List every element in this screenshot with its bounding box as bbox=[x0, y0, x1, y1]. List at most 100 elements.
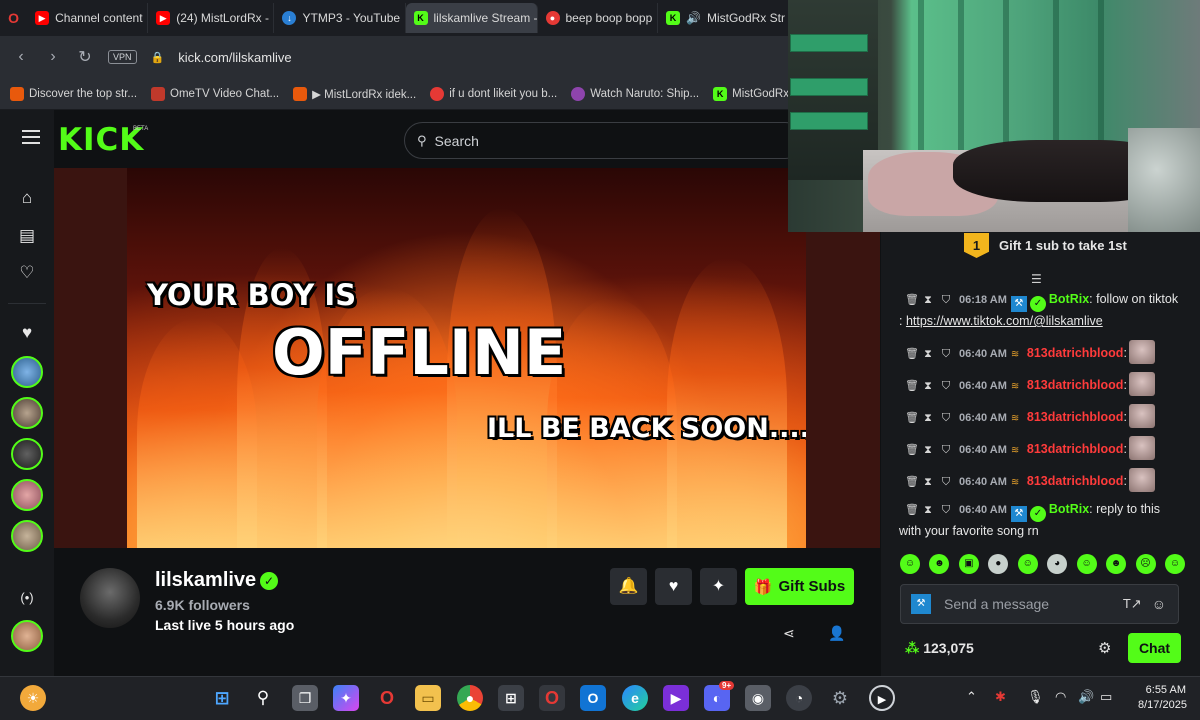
browser-tab[interactable]: ● beep boop bopp bbox=[538, 3, 658, 33]
camera-icon[interactable]: ◉ bbox=[745, 685, 771, 711]
ban-icon[interactable]: ⛉ bbox=[941, 409, 951, 427]
text-format-icon[interactable]: T↗ bbox=[1123, 596, 1142, 612]
home-icon[interactable]: ⌂ bbox=[17, 188, 37, 208]
microphone-icon[interactable]: 🎙 bbox=[1027, 689, 1044, 705]
emote-button[interactable]: ▣ bbox=[958, 554, 979, 574]
delete-icon[interactable]: 🗑 bbox=[905, 473, 919, 491]
follow-button[interactable]: ♥ bbox=[655, 568, 692, 605]
bookmark-item[interactable]: K MistGodRx bbox=[713, 86, 789, 101]
vpn-badge[interactable]: VPN bbox=[108, 50, 137, 64]
clipchamp-icon[interactable]: ▶ bbox=[663, 685, 689, 711]
volume-icon[interactable]: 🔊 bbox=[1078, 689, 1094, 705]
chat-send-button[interactable]: Chat bbox=[1128, 633, 1181, 663]
taskbar-clock[interactable]: 6:55 AM 8/17/2025 bbox=[1138, 683, 1187, 713]
browser-tab[interactable]: ▶ Channel content bbox=[27, 3, 149, 33]
search-taskbar-icon[interactable]: ⚲ bbox=[250, 685, 276, 711]
delete-icon[interactable]: 🗑 bbox=[905, 377, 919, 395]
delete-icon[interactable]: 🗑 bbox=[905, 441, 919, 459]
browser-tab[interactable]: ▶ (24) MistLordRx - bbox=[148, 3, 275, 33]
ban-icon[interactable]: ⛉ bbox=[941, 473, 951, 491]
battery-icon[interactable]: ▭ bbox=[1100, 689, 1112, 705]
live-broadcast-icon[interactable]: (•) bbox=[17, 588, 37, 608]
obs-icon[interactable]: ◔ bbox=[786, 685, 812, 711]
media-player-icon[interactable]: ▶ bbox=[869, 685, 895, 711]
menu-icon[interactable] bbox=[22, 130, 40, 148]
browser-tab[interactable]: ↓ YTMP3 - YouTube bbox=[274, 3, 406, 33]
forward-icon[interactable]: › bbox=[44, 48, 62, 66]
opera-logo-icon[interactable]: O bbox=[0, 10, 27, 26]
file-explorer-icon[interactable]: ▭ bbox=[415, 685, 441, 711]
gift-subs-button[interactable]: 🎁 Gift Subs bbox=[745, 568, 854, 605]
timeout-icon[interactable]: ⧗ bbox=[923, 291, 933, 309]
emoji-icon[interactable]: ☺ bbox=[1152, 596, 1166, 612]
emote-button[interactable]: ☺ bbox=[1164, 554, 1185, 574]
search-input[interactable]: ⚲ Search bbox=[404, 122, 804, 159]
followed-channel-avatar[interactable] bbox=[11, 520, 43, 552]
chat-settings-icon[interactable]: ⚙ bbox=[1098, 639, 1111, 657]
task-view-icon[interactable]: ❐ bbox=[292, 685, 318, 711]
followed-channel-avatar[interactable] bbox=[11, 397, 43, 429]
emote-button[interactable]: ☹ bbox=[1135, 554, 1156, 574]
chat-message-input[interactable]: ⚒ Send a message T↗ ☺ bbox=[900, 584, 1179, 624]
followed-channel-avatar[interactable] bbox=[11, 620, 43, 652]
sparkle-button[interactable]: ✦ bbox=[700, 568, 737, 605]
bookmark-item[interactable]: if u dont likeit you b... bbox=[430, 86, 557, 101]
following-icon[interactable]: ♡ bbox=[17, 263, 37, 283]
copilot-icon[interactable]: ✦ bbox=[333, 685, 359, 711]
share-icon[interactable]: ⋖ bbox=[783, 625, 795, 642]
opera-gx-icon[interactable]: O bbox=[374, 685, 400, 711]
emote-button[interactable]: ● bbox=[988, 554, 1009, 574]
widgets-icon[interactable]: ☀ bbox=[20, 685, 46, 711]
ban-icon[interactable]: ⛉ bbox=[941, 377, 951, 395]
delete-icon[interactable]: 🗑 bbox=[905, 291, 919, 309]
back-icon[interactable]: ‹ bbox=[12, 48, 30, 66]
timeout-icon[interactable]: ⧗ bbox=[923, 441, 933, 459]
emote-button[interactable]: ☺ bbox=[1076, 554, 1097, 574]
emote-button[interactable]: ☺ bbox=[900, 554, 920, 574]
outlook-icon[interactable]: O bbox=[580, 685, 606, 711]
browser-tab-active[interactable]: Klilskamlive Stream - Watch bbox=[405, 3, 538, 33]
reload-icon[interactable]: ↻ bbox=[76, 47, 94, 67]
ban-icon[interactable]: ⛉ bbox=[941, 291, 951, 309]
delete-icon[interactable]: 🗑 bbox=[905, 501, 919, 519]
store-icon[interactable]: ⊞ bbox=[498, 685, 524, 711]
browse-icon[interactable]: ▤ bbox=[17, 226, 37, 246]
timeout-icon[interactable]: ⧗ bbox=[923, 345, 933, 363]
chrome-icon[interactable]: ● bbox=[457, 685, 483, 711]
add-user-icon[interactable]: 👤 bbox=[828, 625, 845, 642]
delete-icon[interactable]: 🗑 bbox=[905, 409, 919, 427]
emote-button[interactable]: ☺ bbox=[1017, 554, 1038, 574]
edge-icon[interactable]: e bbox=[622, 685, 648, 711]
gift-leaderboard-banner[interactable]: 1 Gift 1 sub to take 1st bbox=[964, 233, 1127, 258]
following-heart-icon[interactable]: ♥ bbox=[17, 323, 37, 343]
opera-icon[interactable]: O bbox=[539, 685, 565, 711]
wifi-icon[interactable]: ◠ bbox=[1055, 689, 1066, 705]
start-icon[interactable]: ⊞ bbox=[209, 685, 235, 711]
bookmark-item[interactable]: Watch Naruto: Ship... bbox=[571, 86, 699, 101]
chat-filter-icon[interactable]: ☰ bbox=[1031, 272, 1049, 286]
bookmark-item[interactable]: Discover the top str... bbox=[10, 86, 137, 101]
followed-channel-avatar[interactable] bbox=[11, 356, 43, 388]
notification-bell-button[interactable]: 🔔 bbox=[610, 568, 647, 605]
emote-button[interactable]: ☻ bbox=[1106, 554, 1127, 574]
timeout-icon[interactable]: ⧗ bbox=[923, 377, 933, 395]
emote-button[interactable]: ◕ bbox=[1047, 554, 1068, 574]
kick-logo[interactable]: KICK bbox=[58, 122, 144, 158]
followed-channel-avatar[interactable] bbox=[11, 438, 43, 470]
tray-app-icon[interactable]: ✱ bbox=[995, 689, 1006, 705]
tray-overflow-icon[interactable]: ⌃ bbox=[966, 689, 977, 705]
ban-icon[interactable]: ⛉ bbox=[941, 501, 951, 519]
bookmark-item[interactable]: ▶ MistLordRx idek... bbox=[293, 86, 416, 101]
channel-avatar[interactable] bbox=[80, 568, 140, 628]
ban-icon[interactable]: ⛉ bbox=[941, 441, 951, 459]
ban-icon[interactable]: ⛉ bbox=[941, 345, 951, 363]
channel-name[interactable]: lilskamlive bbox=[155, 569, 256, 592]
delete-icon[interactable]: 🗑 bbox=[905, 345, 919, 363]
chat-link[interactable]: https://www.tiktok.com/@lilskamlive bbox=[906, 314, 1103, 328]
settings-icon[interactable]: ⚙ bbox=[827, 685, 853, 711]
url-field[interactable]: kick.com/lilskamlive bbox=[178, 50, 291, 65]
browser-tab[interactable]: K 🔊 MistGodRx Str bbox=[658, 3, 790, 33]
timeout-icon[interactable]: ⧗ bbox=[923, 409, 933, 427]
followed-channel-avatar[interactable] bbox=[11, 479, 43, 511]
emote-button[interactable]: ☻ bbox=[929, 554, 950, 574]
